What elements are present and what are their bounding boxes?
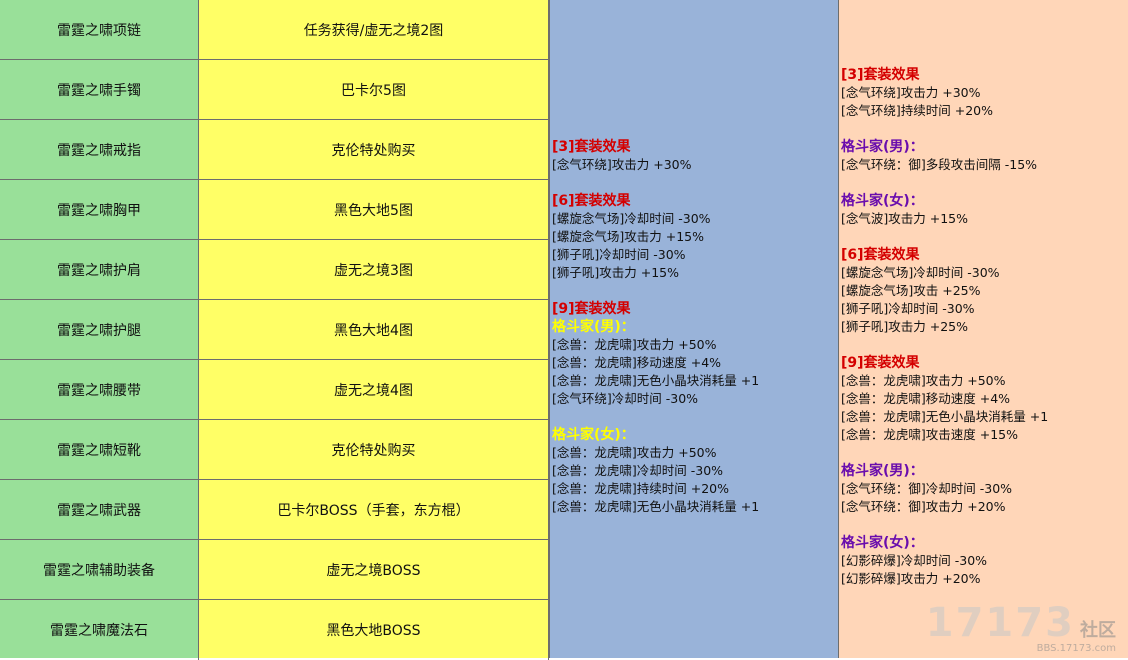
new-set-effects-column: [3]套装效果 [念气环绕]攻击力 +30% [念气环绕]持续时间 +20% 格… <box>839 0 1128 658</box>
class-female-title: 格斗家(女)： <box>841 193 924 209</box>
class-female-title: 格斗家(女)： <box>841 535 924 551</box>
effect-line: [念兽：龙虎啸]无色小晶块消耗量 +1 <box>552 373 760 388</box>
set6-title: [6]套装效果 <box>841 247 920 263</box>
item-source-cell: 巴卡尔BOSS（手套，东方棍） <box>199 480 549 540</box>
effect-line: [狮子吼]冷却时间 -30% <box>841 301 975 316</box>
effect-line: [幻影碎爆]冷却时间 -30% <box>841 553 988 568</box>
effect-line: [念兽：龙虎啸]攻击力 +50% <box>841 373 1006 388</box>
class-female-title: 格斗家(女)： <box>552 427 635 443</box>
effect-line: [幻影碎爆]攻击力 +20% <box>841 571 981 586</box>
effect-line: [念兽：龙虎啸]无色小晶块消耗量 +1 <box>552 499 760 514</box>
site-watermark: 17173 社区 BBS.17173.com <box>926 603 1116 654</box>
item-name-column: 雷霆之啸项链 雷霆之啸手镯 雷霆之啸戒指 雷霆之啸胸甲 雷霆之啸护肩 雷霆之啸护… <box>0 0 199 660</box>
item-name-cell: 雷霆之啸辅助装备 <box>0 540 199 600</box>
effect-line: [狮子吼]攻击力 +15% <box>552 265 679 280</box>
effect-line: [念气波]攻击力 +15% <box>841 211 968 226</box>
item-source-cell: 黑色大地5图 <box>199 180 549 240</box>
effect-line: [狮子吼]冷却时间 -30% <box>552 247 686 262</box>
effect-line: [念兽：龙虎啸]无色小晶块消耗量 +1 <box>841 409 1049 424</box>
effect-line: [念气环绕]持续时间 +20% <box>841 103 993 118</box>
effect-line: [念气环绕]攻击力 +30% <box>552 157 692 172</box>
effect-line: [念兽：龙虎啸]移动速度 +4% <box>841 391 1011 406</box>
item-name-cell: 雷霆之啸魔法石 <box>0 600 199 660</box>
item-name-cell: 雷霆之啸护肩 <box>0 240 199 300</box>
class-male-title: 格斗家(男)： <box>841 139 924 155</box>
item-name-cell: 雷霆之啸胸甲 <box>0 180 199 240</box>
effect-line: [念气环绕：御]攻击力 +20% <box>841 499 1006 514</box>
effect-line: [螺旋念气场]冷却时间 -30% <box>552 211 711 226</box>
effect-line: [念气环绕]冷却时间 -30% <box>552 391 699 406</box>
set6-title: [6]套装效果 <box>552 193 631 209</box>
item-source-cell: 黑色大地4图 <box>199 300 549 360</box>
effect-line: [螺旋念气场]攻击力 +15% <box>552 229 704 244</box>
effect-line: [念兽：龙虎啸]移动速度 +4% <box>552 355 722 370</box>
effect-line: [念兽：龙虎啸]攻击力 +50% <box>552 445 717 460</box>
watermark-community: 社区 <box>1080 620 1116 641</box>
effect-line: [念气环绕：御]冷却时间 -30% <box>841 481 1013 496</box>
effect-line: [念气环绕]攻击力 +30% <box>841 85 981 100</box>
watermark-logo: 17173 <box>925 600 1075 646</box>
set3-title: [3]套装效果 <box>552 139 631 155</box>
item-source-cell: 巴卡尔5图 <box>199 60 549 120</box>
effect-line: [念气环绕：御]多段攻击间隔 -15% <box>841 157 1038 172</box>
set3-title: [3]套装效果 <box>841 67 920 83</box>
effect-line: [螺旋念气场]攻击 +25% <box>841 283 981 298</box>
set9-title: [9]套装效果 <box>841 355 920 371</box>
effect-line: [螺旋念气场]冷却时间 -30% <box>841 265 1000 280</box>
item-source-cell: 虚无之境3图 <box>199 240 549 300</box>
item-name-cell: 雷霆之啸武器 <box>0 480 199 540</box>
item-name-cell: 雷霆之啸项链 <box>0 0 199 60</box>
item-source-cell: 克伦特处购买 <box>199 420 549 480</box>
item-name-cell: 雷霆之啸护腿 <box>0 300 199 360</box>
effect-line: [念兽：龙虎啸]攻击力 +50% <box>552 337 717 352</box>
item-source-cell: 任务获得/虚无之境2图 <box>199 0 549 60</box>
class-male-title: 格斗家(男)： <box>841 463 924 479</box>
item-name-cell: 雷霆之啸短靴 <box>0 420 199 480</box>
effect-line: [念兽：龙虎啸]攻击速度 +15% <box>841 427 1018 442</box>
set9-title: [9]套装效果 <box>552 301 631 317</box>
effect-line: [念兽：龙虎啸]冷却时间 -30% <box>552 463 724 478</box>
effect-line: [狮子吼]攻击力 +25% <box>841 319 968 334</box>
old-set-effects: [3]套装效果 [念气环绕]攻击力 +30% [6]套装效果 [螺旋念气场]冷却… <box>552 138 836 516</box>
item-name-cell: 雷霆之啸手镯 <box>0 60 199 120</box>
effect-line: [念兽：龙虎啸]持续时间 +20% <box>552 481 729 496</box>
item-source-cell: 克伦特处购买 <box>199 120 549 180</box>
new-set-effects: [3]套装效果 [念气环绕]攻击力 +30% [念气环绕]持续时间 +20% 格… <box>841 66 1126 588</box>
item-source-cell: 黑色大地BOSS <box>199 600 549 660</box>
item-source-column: 任务获得/虚无之境2图 巴卡尔5图 克伦特处购买 黑色大地5图 虚无之境3图 黑… <box>199 0 549 660</box>
item-name-cell: 雷霆之啸腰带 <box>0 360 199 420</box>
item-name-cell: 雷霆之啸戒指 <box>0 120 199 180</box>
item-source-cell: 虚无之境BOSS <box>199 540 549 600</box>
old-set-effects-column: [3]套装效果 [念气环绕]攻击力 +30% [6]套装效果 [螺旋念气场]冷却… <box>549 0 839 658</box>
class-male-title: 格斗家(男)： <box>552 319 635 335</box>
item-source-cell: 虚无之境4图 <box>199 360 549 420</box>
